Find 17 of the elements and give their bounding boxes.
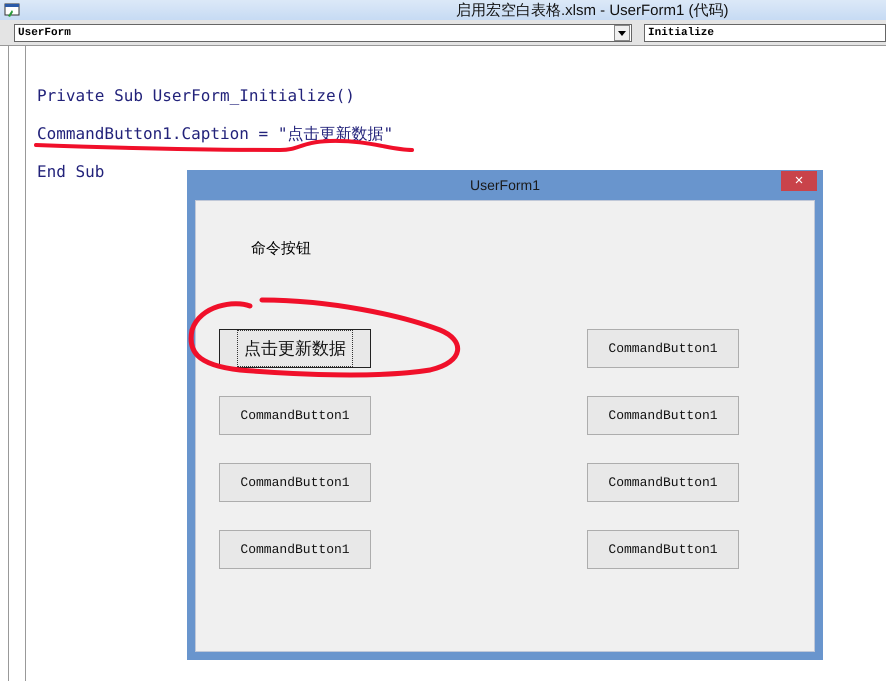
window-title: 启用宏空白表格.xlsm - UserForm1 (代码) <box>456 1 728 20</box>
object-dropdown[interactable]: UserForm <box>14 24 632 42</box>
command-button[interactable]: CommandButton1 <box>587 530 739 569</box>
form-label: 命令按钮 <box>251 239 311 258</box>
code-line: End Sub <box>37 162 104 181</box>
form-title: UserForm1 <box>470 177 540 193</box>
command-button[interactable]: CommandButton1 <box>219 396 371 435</box>
command-button[interactable]: CommandButton1 <box>587 396 739 435</box>
procedure-dropdown[interactable]: Initialize <box>644 24 886 42</box>
close-button[interactable]: × <box>781 171 817 191</box>
command-button[interactable]: CommandButton1 <box>219 463 371 502</box>
code-line: Private Sub UserForm_Initialize() <box>37 86 355 105</box>
command-button[interactable]: CommandButton1 <box>219 530 371 569</box>
editor-icon <box>4 2 20 18</box>
command-button[interactable]: 点击更新数据 <box>219 329 371 368</box>
command-button[interactable]: CommandButton1 <box>587 463 739 502</box>
command-button[interactable]: CommandButton1 <box>587 329 739 368</box>
